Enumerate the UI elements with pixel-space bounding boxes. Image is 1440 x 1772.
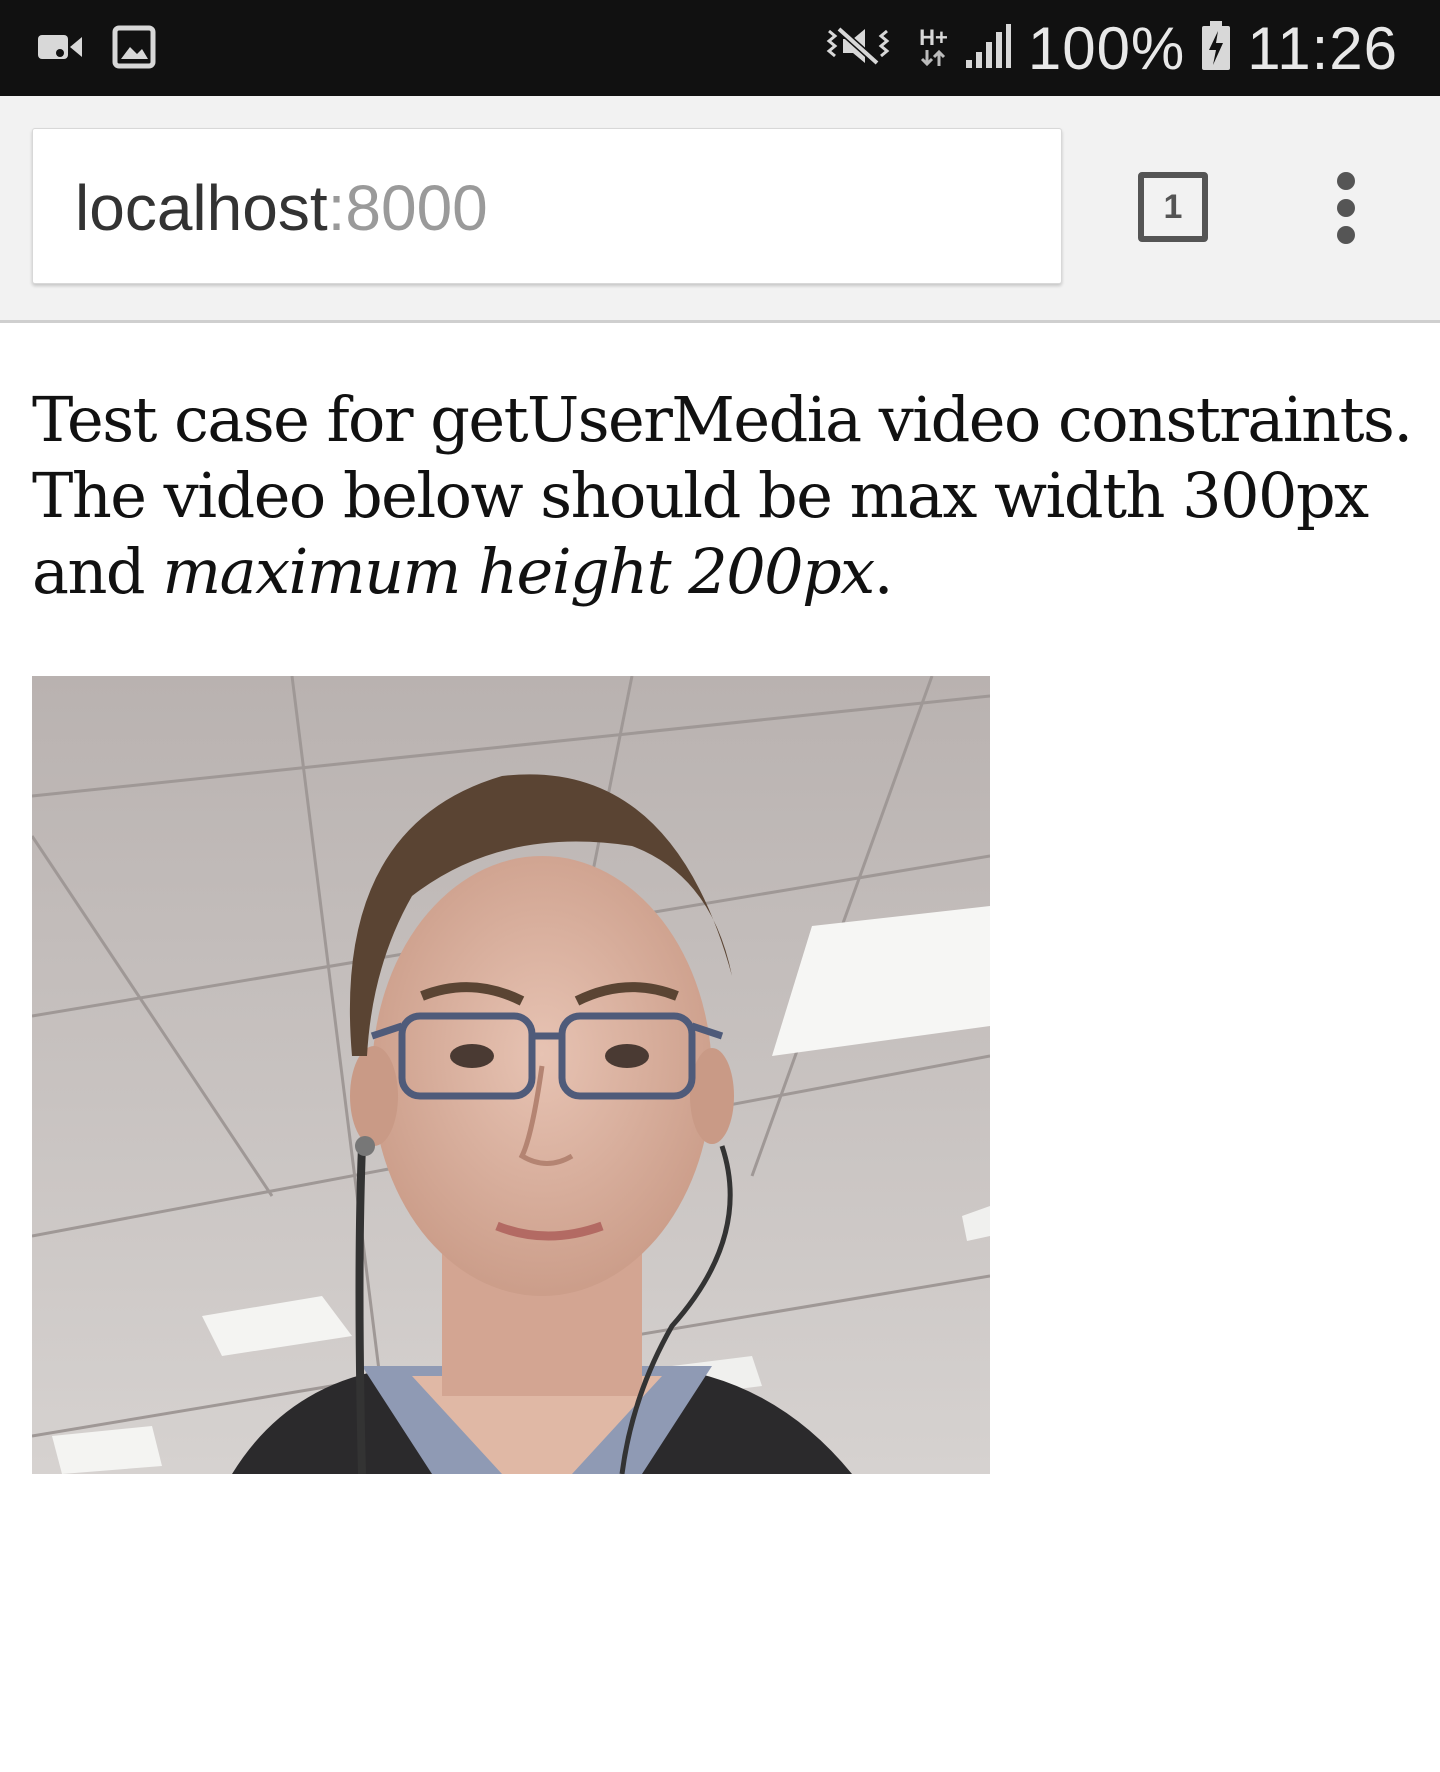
video-element[interactable] — [32, 676, 990, 1474]
browser-toolbar: localhost:8000 1 — [0, 96, 1440, 323]
description-line2: The video below should be max width 300p… — [32, 459, 1369, 532]
description-period: . — [873, 535, 894, 608]
url-host: localhost — [75, 172, 328, 244]
network-type: H+ — [919, 25, 948, 50]
image-icon — [112, 25, 156, 73]
description-line1: Test case for getUserMedia video constra… — [32, 383, 1413, 456]
vibrate-mute-icon — [823, 23, 893, 73]
system-icons: H+ 100% 11:26 — [823, 12, 1398, 84]
video-camera-icon — [36, 31, 86, 67]
description-and: and — [32, 535, 146, 608]
more-vertical-icon[interactable] — [1318, 172, 1374, 244]
description-emphasis: maximum height 200px — [162, 535, 875, 608]
status-bar: H+ 100% 11:26 — [0, 0, 1440, 96]
battery-percent: 100% — [1027, 14, 1186, 82]
page-content: Test case for getUserMedia video constra… — [32, 382, 1413, 610]
clock: 11:26 — [1247, 14, 1398, 82]
address-bar[interactable]: localhost:8000 — [32, 128, 1062, 284]
signal-icon — [964, 22, 1012, 74]
webcam-frame — [32, 676, 990, 1474]
network-arrows-icon: H+ — [919, 25, 948, 68]
tab-count: 1 — [1163, 187, 1183, 226]
url-text[interactable]: localhost:8000 — [75, 173, 488, 243]
tab-switcher-button[interactable]: 1 — [1138, 172, 1208, 242]
notification-icons — [36, 24, 156, 74]
description-text: Test case for getUserMedia video constra… — [32, 382, 1413, 610]
battery-charging-icon — [1201, 21, 1231, 75]
url-port: :8000 — [327, 172, 488, 244]
